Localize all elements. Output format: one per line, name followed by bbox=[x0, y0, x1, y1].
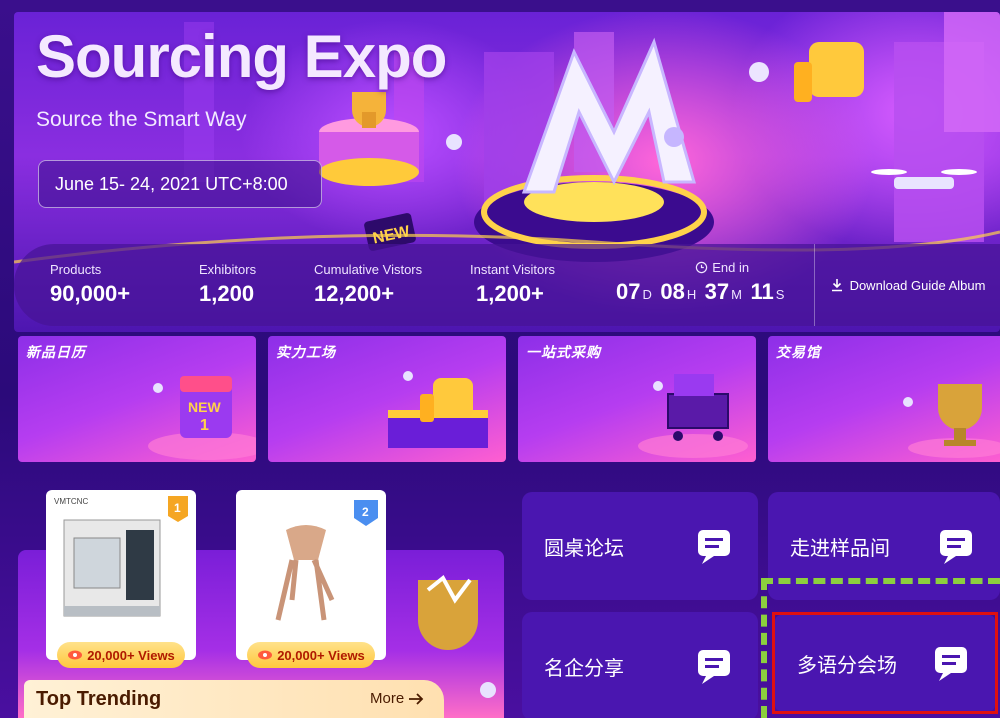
countdown-timer: 07 D 08 H 37 M 11 S bbox=[616, 279, 788, 305]
hall-label: 走进样品间 bbox=[790, 537, 890, 560]
highlight-red-frame bbox=[772, 612, 998, 714]
stat-value: 1,200 bbox=[199, 281, 255, 306]
stat-exhibitors: Exhibitors 1,200 bbox=[199, 262, 256, 307]
hall-label: 名企分享 bbox=[544, 657, 624, 680]
eye-icon bbox=[68, 650, 83, 660]
views-badge: 20,000+ Views bbox=[247, 642, 375, 668]
more-label: More bbox=[370, 690, 405, 707]
trending-header: Top Trending More bbox=[24, 680, 444, 718]
stat-label: Instant Visitors bbox=[470, 262, 556, 277]
countdown-label: End in bbox=[712, 260, 750, 275]
stat-cumulative-visitors: Cumulative Vistors 12,200+ bbox=[314, 262, 422, 307]
zone-title: 交易馆 bbox=[776, 344, 821, 360]
chair-image: 2 bbox=[275, 500, 378, 621]
stat-products: Products 90,000+ bbox=[50, 262, 130, 307]
top-trending: VMTCNC 1 20,000+ Views 2 20,000+ Views T… bbox=[14, 474, 504, 718]
stat-value: 12,200+ bbox=[314, 281, 395, 306]
rank-text: 2 bbox=[362, 505, 369, 519]
hall-label: 圆桌论坛 bbox=[544, 537, 624, 560]
views-badge: 20,000+ Views bbox=[57, 642, 185, 668]
countdown-seconds-unit: S bbox=[775, 287, 785, 302]
eye-icon bbox=[258, 650, 273, 660]
zone-card-factory[interactable]: 实力工场 bbox=[268, 336, 506, 462]
hero-banner: NEW Sourcing Expo Source the Smart Way J… bbox=[14, 12, 1000, 332]
event-date: June 15- 24, 2021 UTC+8:00 bbox=[55, 173, 288, 194]
download-icon bbox=[831, 279, 842, 292]
zone-card-one-stop[interactable]: 一站式采购 bbox=[518, 336, 756, 462]
brand-text: VMTCNC bbox=[54, 497, 88, 506]
rank-text: 1 bbox=[174, 501, 181, 515]
cnc-machine-image: VMTCNC 1 bbox=[54, 496, 188, 617]
chat-icon bbox=[698, 650, 730, 684]
countdown: End in 07 D 08 H 37 M 11 S bbox=[616, 260, 788, 305]
svg-text:NEW: NEW bbox=[188, 399, 221, 415]
stat-label: Cumulative Vistors bbox=[314, 262, 423, 277]
trending-product-1[interactable]: VMTCNC 1 20,000+ Views bbox=[46, 490, 196, 668]
zone-card-new-products[interactable]: NEW 1 新品日历 bbox=[18, 336, 256, 462]
countdown-header: End in bbox=[656, 260, 788, 275]
zone-title: 新品日历 bbox=[26, 344, 86, 360]
countdown-minutes-unit: M bbox=[731, 287, 742, 302]
expo-subtitle: Source the Smart Way bbox=[36, 108, 247, 131]
stat-value: 90,000+ bbox=[50, 281, 131, 306]
expo-title: Sourcing Expo bbox=[36, 23, 447, 90]
countdown-seconds: 11 bbox=[750, 279, 774, 304]
stat-instant-visitors: Instant Visitors 1,200+ bbox=[470, 262, 555, 307]
stats-bar: Products 90,000+ Exhibitors 1,200 Cumula… bbox=[14, 244, 1000, 326]
hall-company-sharing[interactable]: 名企分享 bbox=[522, 612, 758, 718]
trending-product-2[interactable]: 2 20,000+ Views bbox=[236, 490, 386, 668]
views-count: 20,000+ Views bbox=[277, 647, 365, 663]
countdown-hours-unit: H bbox=[686, 287, 697, 302]
views-count: 20,000+ Views bbox=[87, 647, 175, 663]
trending-title: Top Trending bbox=[36, 688, 162, 710]
svg-text:1: 1 bbox=[200, 417, 209, 434]
hall-roundtable-forum[interactable]: 圆桌论坛 bbox=[522, 492, 758, 600]
stat-label: Exhibitors bbox=[199, 262, 257, 277]
arrow-right-icon bbox=[409, 692, 424, 705]
countdown-days: 07 bbox=[616, 279, 641, 304]
zone-title: 实力工场 bbox=[276, 344, 336, 360]
stat-label: Products bbox=[50, 262, 102, 277]
clock-icon bbox=[696, 261, 708, 274]
stat-value: 1,200+ bbox=[476, 281, 544, 306]
zone-card-trade-hall[interactable]: 交易馆 bbox=[768, 336, 1000, 462]
download-guide-label: Download Guide Album bbox=[849, 277, 986, 293]
more-link[interactable]: More bbox=[370, 690, 424, 707]
zone-cards: NEW 1 新品日历 实力工场 一站式采购 交易馆 bbox=[14, 336, 1000, 462]
expo-page: NEW Sourcing Expo Source the Smart Way J… bbox=[0, 0, 1000, 718]
zone-title: 一站式采购 bbox=[526, 344, 601, 360]
countdown-hours: 08 bbox=[660, 279, 685, 304]
countdown-minutes: 37 bbox=[704, 279, 730, 304]
chat-icon bbox=[698, 530, 730, 564]
chat-icon bbox=[940, 530, 972, 564]
download-guide-button[interactable]: Download Guide Album bbox=[814, 244, 1000, 326]
countdown-days-unit: D bbox=[642, 287, 652, 302]
event-date-pill: June 15- 24, 2021 UTC+8:00 bbox=[38, 160, 322, 208]
